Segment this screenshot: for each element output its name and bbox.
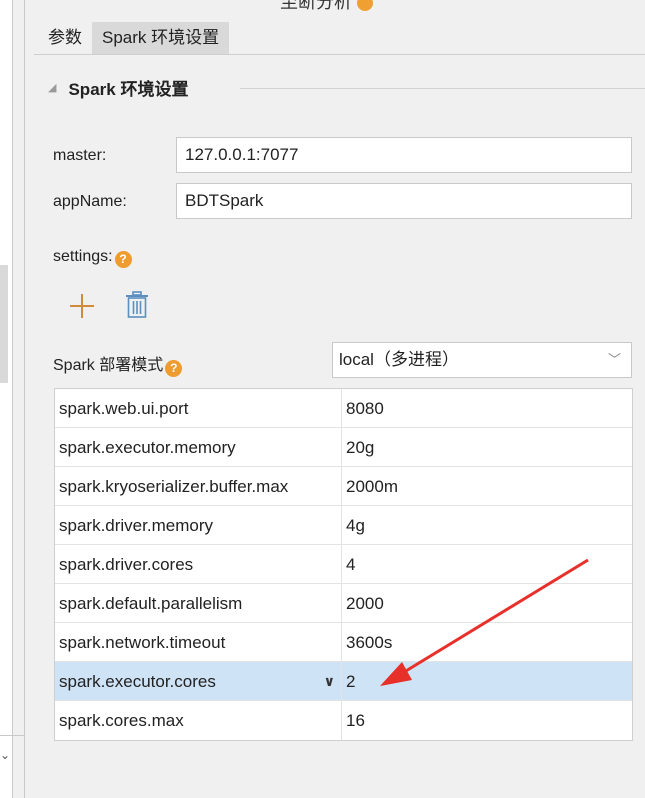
- setting-key[interactable]: spark.cores.max: [55, 701, 342, 740]
- tab-parameters[interactable]: 参数: [38, 22, 92, 54]
- settings-label-text: settings:: [53, 248, 113, 265]
- chevron-down-icon[interactable]: ∨: [324, 662, 335, 700]
- setting-key[interactable]: spark.executor.cores ∨: [55, 662, 342, 700]
- setting-key[interactable]: spark.driver.cores: [55, 545, 342, 583]
- chevron-down-icon[interactable]: ⌄: [0, 748, 10, 762]
- appname-label: appName:: [53, 193, 127, 210]
- question-circle-icon: [357, 0, 374, 12]
- master-input[interactable]: 127.0.0.1:7077: [176, 137, 632, 173]
- panel-title-text: 至断分析: [280, 0, 352, 12]
- setting-key-text: spark.executor.cores: [59, 672, 216, 691]
- setting-value[interactable]: 3600s: [342, 623, 632, 661]
- trash-icon[interactable]: [125, 291, 149, 324]
- setting-value[interactable]: 4g: [342, 506, 632, 544]
- table-row[interactable]: spark.web.ui.port 8080: [55, 389, 632, 428]
- deploy-mode-value: local（多进程）: [339, 350, 459, 369]
- collapse-triangle-icon[interactable]: ◢: [48, 81, 56, 94]
- question-circle-icon[interactable]: ?: [114, 251, 132, 268]
- table-row[interactable]: spark.kryoserializer.buffer.max 2000m: [55, 467, 632, 506]
- question-circle-icon[interactable]: ?: [165, 360, 183, 377]
- setting-key[interactable]: spark.kryoserializer.buffer.max: [55, 467, 342, 505]
- setting-value[interactable]: 2000: [342, 584, 632, 622]
- deploy-mode-label-text: Spark 部署模式: [53, 357, 164, 374]
- section-header[interactable]: ◢ Spark 环境设置: [48, 75, 188, 100]
- setting-key[interactable]: spark.default.parallelism: [55, 584, 342, 622]
- setting-value[interactable]: 2000m: [342, 467, 632, 505]
- setting-key[interactable]: spark.driver.memory: [55, 506, 342, 544]
- setting-value[interactable]: 20g: [342, 428, 632, 466]
- left-scrollbar-thumb[interactable]: [0, 265, 8, 383]
- setting-key[interactable]: spark.web.ui.port: [55, 389, 342, 427]
- settings-panel: ◢ Spark 环境设置 master: 127.0.0.1:7077 appN…: [34, 55, 645, 798]
- table-row[interactable]: spark.default.parallelism 2000: [55, 584, 632, 623]
- section-divider: [240, 88, 645, 89]
- setting-value[interactable]: 2: [342, 662, 632, 700]
- setting-value[interactable]: 4: [342, 545, 632, 583]
- tab-bar: 参数 Spark 环境设置: [38, 22, 230, 54]
- table-row[interactable]: spark.driver.memory 4g: [55, 506, 632, 545]
- setting-value[interactable]: 8080: [342, 389, 632, 427]
- appname-input[interactable]: BDTSpark: [176, 183, 632, 219]
- tab-spark-settings[interactable]: Spark 环境设置: [92, 22, 230, 54]
- panel-divider: [24, 0, 25, 798]
- setting-key[interactable]: spark.executor.memory: [55, 428, 342, 466]
- table-row[interactable]: spark.executor.memory 20g: [55, 428, 632, 467]
- chevron-down-icon: ﹀: [607, 352, 621, 367]
- settings-table: spark.web.ui.port 8080 spark.executor.me…: [54, 388, 633, 741]
- section-title: Spark 环境设置: [68, 80, 189, 99]
- deploy-mode-select[interactable]: local（多进程） ﹀: [332, 342, 632, 378]
- panel-title: 至断分析: [280, 0, 374, 14]
- table-row[interactable]: spark.driver.cores 4: [55, 545, 632, 584]
- add-setting-button[interactable]: [70, 294, 94, 318]
- setting-value[interactable]: 16: [342, 701, 632, 740]
- table-row-selected[interactable]: spark.executor.cores ∨ 2: [55, 662, 632, 701]
- table-row[interactable]: spark.cores.max 16: [55, 701, 632, 740]
- trash-icon-svg: [126, 291, 148, 318]
- table-row[interactable]: spark.network.timeout 3600s: [55, 623, 632, 662]
- settings-label: settings:?: [53, 248, 132, 268]
- master-label: master:: [53, 147, 107, 164]
- left-panel-strip: ⌄: [0, 0, 13, 798]
- setting-key[interactable]: spark.network.timeout: [55, 623, 342, 661]
- left-divider-line: [0, 735, 24, 736]
- deploy-mode-label: Spark 部署模式?: [53, 351, 183, 377]
